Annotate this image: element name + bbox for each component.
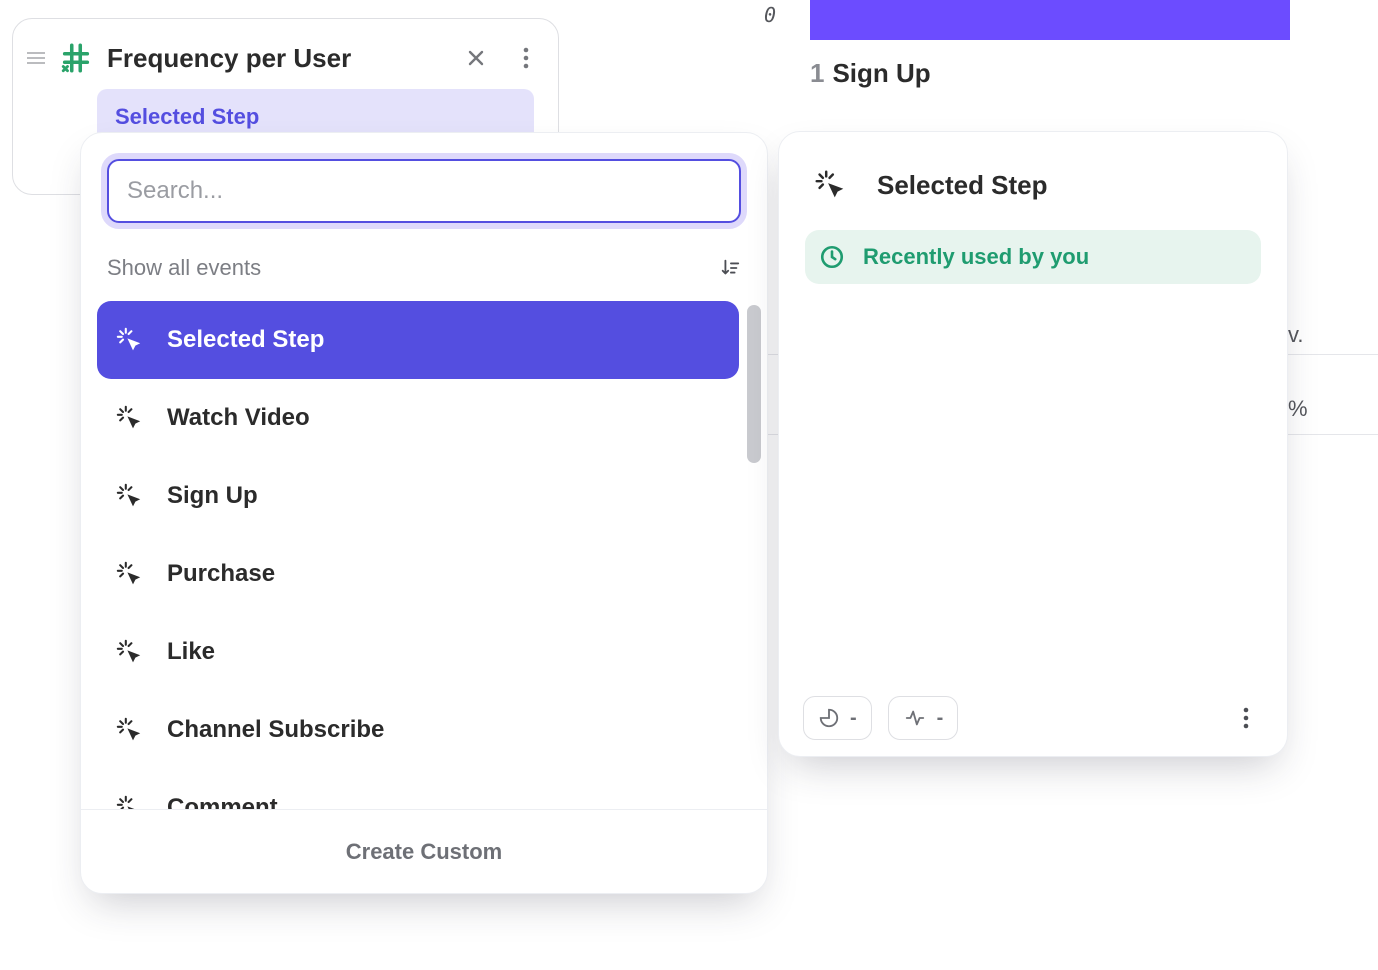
hash-icon xyxy=(59,41,93,75)
activity-stat-value: - xyxy=(937,707,944,730)
event-option[interactable]: Watch Video xyxy=(97,379,739,457)
event-detail-panel: Selected Step Recently used by you - - xyxy=(778,131,1288,757)
show-all-events-link[interactable]: Show all events xyxy=(107,255,261,281)
event-list: Selected Step Watch Video Sign Up Purchase L… xyxy=(81,301,767,809)
event-option[interactable]: Channel Subscribe xyxy=(97,691,739,769)
sort-button[interactable] xyxy=(719,257,741,279)
event-option-label: Comment xyxy=(167,794,278,809)
event-option-label: Selected Step xyxy=(167,326,324,354)
chart-fragment-text: % xyxy=(1288,396,1308,422)
scrollbar-thumb[interactable] xyxy=(747,305,761,463)
remove-breakdown-button[interactable] xyxy=(458,40,494,76)
kebab-icon xyxy=(1243,707,1249,729)
detail-more-button[interactable] xyxy=(1229,707,1263,729)
activity-icon xyxy=(903,707,927,729)
funnel-step-name: Sign Up xyxy=(832,58,930,88)
breakdown-title: Frequency per User xyxy=(107,43,444,74)
funnel-step-index: 1 xyxy=(810,58,824,88)
autocapture-event-icon xyxy=(113,324,145,356)
recently-used-label: Recently used by you xyxy=(863,244,1089,270)
funnel-bar-step-0 xyxy=(810,0,1290,40)
event-option[interactable]: Selected Step xyxy=(97,301,739,379)
detail-title: Selected Step xyxy=(877,170,1048,201)
event-option-label: Purchase xyxy=(167,560,275,588)
autocapture-event-icon xyxy=(811,166,849,204)
autocapture-event-icon xyxy=(113,714,145,746)
pie-stat-pill[interactable]: - xyxy=(803,696,872,740)
sort-icon xyxy=(719,257,741,279)
kebab-icon xyxy=(523,47,529,69)
autocapture-event-icon xyxy=(113,480,145,512)
drag-handle-icon[interactable] xyxy=(27,52,45,64)
funnel-bar-value: 0 xyxy=(764,3,776,27)
selected-step-tag-label: Selected Step xyxy=(115,104,259,130)
autocapture-event-icon xyxy=(113,636,145,668)
create-custom-button[interactable]: Create Custom xyxy=(81,809,767,893)
activity-stat-pill[interactable]: - xyxy=(888,696,959,740)
create-custom-label: Create Custom xyxy=(346,839,502,865)
clock-icon xyxy=(819,244,845,270)
pie-stat-value: - xyxy=(850,707,857,730)
event-option-label: Sign Up xyxy=(167,482,258,510)
funnel-step-1-label[interactable]: 1 Sign Up xyxy=(810,58,931,89)
event-option[interactable]: Like xyxy=(97,613,739,691)
event-option-label: Channel Subscribe xyxy=(167,716,384,744)
pie-icon xyxy=(818,707,840,729)
event-picker-popover: Show all events Selected Step Watch Video… xyxy=(80,132,768,894)
autocapture-event-icon xyxy=(113,558,145,590)
recently-used-badge: Recently used by you xyxy=(805,230,1261,284)
event-option[interactable]: Comment xyxy=(97,769,739,809)
event-option[interactable]: Sign Up xyxy=(97,457,739,535)
event-option-label: Like xyxy=(167,638,215,666)
close-icon xyxy=(466,48,486,68)
autocapture-event-icon xyxy=(113,792,145,809)
event-option[interactable]: Purchase xyxy=(97,535,739,613)
autocapture-event-icon xyxy=(113,402,145,434)
breakdown-more-button[interactable] xyxy=(508,40,544,76)
chart-fragment-text: v. xyxy=(1288,322,1303,348)
event-option-label: Watch Video xyxy=(167,404,310,432)
search-input[interactable] xyxy=(107,159,741,223)
